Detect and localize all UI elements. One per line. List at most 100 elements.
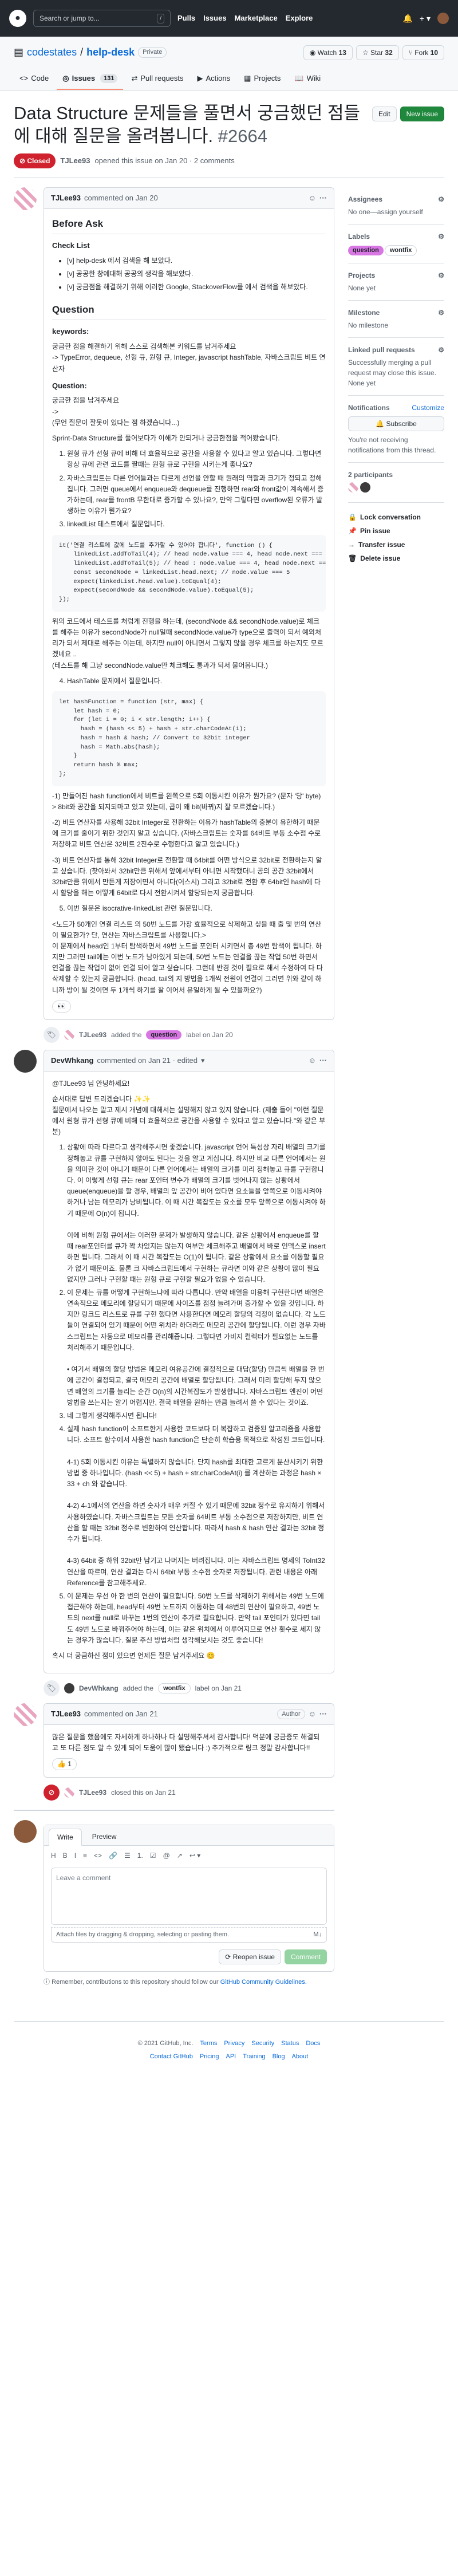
footer-link-contact[interactable]: Contact GitHub (150, 2052, 193, 2062)
subscribe-button[interactable]: 🔔 Subscribe (348, 416, 444, 431)
plus-icon[interactable]: + ▾ (420, 13, 431, 25)
tab-label: Issues (72, 74, 96, 82)
avatar[interactable] (64, 1683, 74, 1694)
kebab-menu-icon[interactable]: ··· (319, 192, 327, 204)
footer-link-about[interactable]: About (292, 2052, 309, 2062)
gear-icon[interactable]: ⚙ (438, 345, 444, 355)
comment-author[interactable]: TJLee93 (51, 1708, 81, 1720)
reaction-eyes[interactable]: 👀 (52, 1000, 71, 1013)
footer-link-docs[interactable]: Docs (306, 2039, 320, 2049)
footer-link-security[interactable]: Security (251, 2039, 274, 2049)
avatar[interactable] (64, 1787, 74, 1798)
gear-icon[interactable]: ⚙ (438, 308, 444, 318)
event-author[interactable]: TJLee93 (79, 1030, 106, 1040)
guidelines-link[interactable]: GitHub Community Guidelines. (220, 1979, 307, 1986)
comment-button[interactable]: Comment (284, 1949, 327, 1964)
label-wontfix[interactable]: wontfix (158, 1683, 191, 1694)
footer-link-training[interactable]: Training (243, 2052, 265, 2062)
avatar[interactable] (14, 1050, 37, 1073)
kebab-menu-icon[interactable]: ··· (319, 1708, 327, 1720)
sidebar-labels[interactable]: Labels ⚙ question wontfix (348, 224, 444, 263)
reopen-issue-button[interactable]: ⟳ Reopen issue (219, 1949, 281, 1964)
pin-issue-link[interactable]: 📌 Pin issue (348, 526, 444, 536)
code-icon[interactable]: <> (94, 1850, 102, 1861)
sidebar-linked-prs[interactable]: Linked pull requests ⚙ Successfully mergin… (348, 338, 444, 396)
paragraph: 많은 질문을 했음에도 자세하게 하나하나 다 설명해주셔서 감사합니다! 덕분… (52, 1732, 320, 1752)
heading-icon[interactable]: H (51, 1850, 56, 1861)
event-author[interactable]: DevWhkang (79, 1683, 119, 1693)
footer-link-pricing[interactable]: Pricing (200, 2052, 219, 2062)
link-icon[interactable]: 🔗 (109, 1850, 117, 1861)
label-wontfix[interactable]: wontfix (384, 245, 417, 256)
chevron-down-icon[interactable]: ▾ (201, 1055, 205, 1066)
comment-author[interactable]: DevWhkang (51, 1055, 93, 1066)
smiley-icon[interactable]: ☺ (309, 1055, 316, 1066)
italic-icon[interactable]: I (74, 1850, 76, 1861)
tab-write[interactable]: Write (49, 1829, 82, 1846)
task-list-icon[interactable]: ☑ (150, 1850, 156, 1861)
avatar[interactable] (348, 482, 358, 493)
footer-link-api[interactable]: API (226, 2052, 236, 2062)
comment-author[interactable]: TJLee93 (51, 192, 81, 204)
event-author[interactable]: TJLee93 (79, 1787, 106, 1798)
tab-pull-requests[interactable]: ⇄ Pull requests (125, 68, 189, 90)
gear-icon[interactable]: ⚙ (438, 231, 444, 242)
bold-icon[interactable]: B (63, 1850, 68, 1861)
github-logo-icon[interactable]: ● (9, 10, 26, 27)
tab-issues[interactable]: ◎ Issues 131 (57, 68, 124, 90)
reference-icon[interactable]: ↗ (177, 1850, 183, 1861)
new-issue-button[interactable]: New issue (400, 106, 444, 121)
sidebar-assignees[interactable]: Assignees ⚙ No one—assign yourself (348, 187, 444, 225)
mention-icon[interactable]: @ (163, 1850, 170, 1861)
sidebar-milestone[interactable]: Milestone ⚙ No milestone (348, 301, 444, 338)
delete-issue-link[interactable]: 🗑 Delete issue (348, 553, 444, 564)
avatar[interactable] (14, 1703, 37, 1727)
footer-link-status[interactable]: Status (281, 2039, 299, 2049)
star-button[interactable]: ☆ Star 32 (356, 45, 399, 60)
footer-link-terms[interactable]: Terms (200, 2039, 217, 2049)
nav-marketplace[interactable]: Marketplace (235, 13, 278, 24)
watch-button[interactable]: ◉ Watch 13 (303, 45, 353, 60)
gear-icon[interactable]: ⚙ (438, 270, 444, 281)
reaction-thumbs-up[interactable]: 👍 1 (52, 1758, 77, 1771)
user-avatar[interactable] (437, 13, 449, 24)
page-footer: © 2021 GitHub, Inc. Terms Privacy Securi… (14, 2021, 444, 2061)
repo-owner-link[interactable]: codestates (27, 45, 77, 60)
tab-preview[interactable]: Preview (84, 1829, 125, 1845)
avatar[interactable] (360, 482, 371, 493)
repo-name-link[interactable]: help-desk (86, 45, 135, 60)
sidebar-projects[interactable]: Projects ⚙ None yet (348, 263, 444, 301)
issue-author[interactable]: TJLee93 (60, 155, 90, 167)
smiley-icon[interactable]: ☺ (309, 1708, 316, 1720)
edit-button[interactable]: Edit (372, 106, 397, 121)
bell-icon[interactable]: 🔔 (402, 13, 412, 25)
tab-code[interactable]: <> Code (14, 68, 54, 90)
nav-pulls[interactable]: Pulls (177, 13, 195, 24)
footer-link-blog[interactable]: Blog (273, 2052, 285, 2062)
tab-wiki[interactable]: 📖 Wiki (289, 68, 326, 90)
footer-link-privacy[interactable]: Privacy (224, 2039, 244, 2049)
reply-icon[interactable]: ↩ ▾ (189, 1850, 200, 1861)
avatar[interactable] (64, 1030, 74, 1041)
nav-explore[interactable]: Explore (286, 13, 313, 24)
transfer-issue-link[interactable]: → Transfer issue (348, 539, 444, 550)
avatar[interactable] (14, 187, 37, 211)
quote-icon[interactable]: ≡ (83, 1850, 87, 1861)
numbered-list-icon[interactable]: 1. (137, 1850, 143, 1861)
fork-button[interactable]: ⑂ Fork 10 (402, 45, 444, 60)
smiley-icon[interactable]: ☺ (309, 192, 316, 204)
customize-link[interactable]: Customize (412, 403, 444, 413)
tab-actions[interactable]: ▶ Actions (192, 68, 236, 90)
label-question[interactable]: question (348, 246, 384, 255)
tab-projects[interactable]: ▦ Projects (238, 68, 286, 90)
comment-textarea[interactable]: Leave a comment (51, 1868, 327, 1925)
attach-files[interactable]: Attach files by dragging & dropping, sel… (51, 1927, 327, 1943)
kebab-menu-icon[interactable]: ··· (319, 1055, 327, 1066)
bullet-list-icon[interactable]: ☰ (124, 1850, 131, 1861)
search-input[interactable]: Search or jump to... / (33, 10, 171, 27)
lock-conversation-link[interactable]: 🔒 Lock conversation (348, 512, 444, 522)
label-question[interactable]: question (146, 1030, 182, 1040)
nav-issues[interactable]: Issues (203, 13, 226, 24)
question-intro: Sprint-Data Structure를 풀어보다가 이해가 안되거나 궁금… (52, 434, 280, 443)
gear-icon[interactable]: ⚙ (438, 194, 444, 204)
